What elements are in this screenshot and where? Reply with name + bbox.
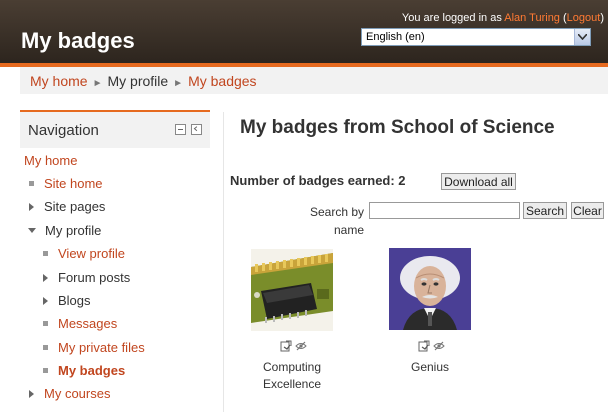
- badge-name-line1[interactable]: Genius: [380, 359, 480, 376]
- expand-arrow-icon[interactable]: [29, 389, 34, 398]
- breadcrumb-my-home[interactable]: My home: [30, 73, 88, 89]
- breadcrumb-my-profile[interactable]: My profile: [107, 73, 168, 89]
- badge-actions: [280, 340, 307, 352]
- nav-item-label[interactable]: Blogs: [58, 293, 91, 308]
- search-label-line2: name: [333, 223, 364, 237]
- badge-image-genius[interactable]: [389, 248, 471, 330]
- logout-close: ): [600, 12, 604, 24]
- download-badge-icon[interactable]: [418, 340, 430, 352]
- page-header: My badges You are logged in as Alan Turi…: [0, 0, 608, 63]
- language-value: English (en): [366, 31, 425, 43]
- expand-arrow-icon[interactable]: [29, 202, 34, 211]
- site-title: My badges: [21, 28, 135, 53]
- breadcrumb-separator: ►: [92, 78, 103, 89]
- visibility-hidden-icon[interactable]: [433, 340, 445, 352]
- breadcrumb: My home ► My profile ► My badges: [20, 67, 608, 94]
- badge-name-line2[interactable]: Excellence: [242, 376, 342, 393]
- download-all-button[interactable]: Download all: [441, 173, 516, 190]
- navigation-header: Navigation: [20, 110, 210, 148]
- nav-item-my-courses[interactable]: My courses: [29, 386, 110, 401]
- expand-arrow-icon[interactable]: [43, 273, 48, 282]
- search-label: Search by name: [300, 203, 364, 239]
- badge-name-genius[interactable]: Genius: [380, 359, 480, 376]
- badge-name-line1[interactable]: Computing: [242, 359, 342, 376]
- minimize-icon[interactable]: [175, 124, 186, 135]
- nav-item-label[interactable]: Forum posts: [58, 270, 130, 285]
- visibility-hidden-icon[interactable]: [295, 340, 307, 352]
- nav-item-label[interactable]: My private files: [58, 340, 145, 355]
- login-info: You are logged in as Alan Turing (Logout…: [402, 12, 604, 24]
- nav-item-site-pages[interactable]: Site pages: [29, 199, 105, 214]
- badge-actions: [418, 340, 445, 352]
- logout-open: (: [559, 12, 567, 24]
- nav-item-label[interactable]: My profile: [45, 223, 101, 238]
- nav-item-label[interactable]: My badges: [58, 363, 125, 378]
- column-divider: [223, 112, 224, 412]
- breadcrumb-my-badges[interactable]: My badges: [188, 73, 256, 89]
- bullet-icon: [43, 251, 48, 256]
- bullet-icon: [43, 321, 48, 326]
- nav-item-view-profile[interactable]: View profile: [43, 246, 125, 261]
- nav-item-site-home[interactable]: Site home: [29, 176, 103, 191]
- bullet-icon: [29, 181, 34, 186]
- nav-item-forum-posts[interactable]: Forum posts: [43, 270, 130, 285]
- nav-item-my-home[interactable]: My home: [24, 153, 77, 168]
- collapse-arrow-icon[interactable]: [28, 228, 36, 233]
- dock-icon[interactable]: [191, 124, 202, 135]
- search-label-line1: Search by: [309, 205, 364, 219]
- nav-item-label[interactable]: View profile: [58, 246, 125, 261]
- expand-arrow-icon[interactable]: [43, 296, 48, 305]
- badges-earned-count: Number of badges earned: 2: [230, 173, 406, 188]
- nav-item-messages[interactable]: Messages: [43, 316, 117, 331]
- nav-item-label[interactable]: Site pages: [44, 199, 105, 214]
- nav-item-label[interactable]: My courses: [44, 386, 110, 401]
- badge-name-computing-excellence[interactable]: Computing Excellence: [242, 359, 342, 393]
- search-button[interactable]: Search: [523, 202, 567, 219]
- logout-link[interactable]: Logout: [567, 12, 601, 24]
- download-badge-icon[interactable]: [280, 340, 292, 352]
- badge-image-computing-excellence[interactable]: [251, 249, 333, 331]
- bullet-icon: [43, 345, 48, 350]
- page-title: My badges from School of Science: [240, 117, 555, 138]
- bullet-icon: [43, 368, 48, 373]
- nav-item-my-badges[interactable]: My badges: [43, 363, 125, 378]
- nav-item-my-private-files[interactable]: My private files: [43, 340, 145, 355]
- nav-item-blogs[interactable]: Blogs: [43, 293, 91, 308]
- login-prefix: You are logged in as: [401, 12, 505, 24]
- nav-item-label[interactable]: Messages: [58, 316, 117, 331]
- navigation-title: Navigation: [28, 122, 99, 139]
- clear-button[interactable]: Clear: [571, 202, 604, 219]
- nav-item-label[interactable]: My home: [24, 153, 77, 168]
- nav-item-my-profile[interactable]: My profile: [28, 223, 101, 238]
- search-input[interactable]: [369, 202, 520, 219]
- navigation-block: Navigation: [20, 110, 210, 148]
- breadcrumb-separator: ►: [173, 78, 184, 89]
- nav-item-label[interactable]: Site home: [44, 176, 103, 191]
- chevron-down-icon[interactable]: [574, 29, 590, 45]
- user-name-link[interactable]: Alan Turing: [504, 12, 560, 24]
- language-select[interactable]: English (en): [361, 28, 591, 46]
- block-controls: [175, 124, 202, 135]
